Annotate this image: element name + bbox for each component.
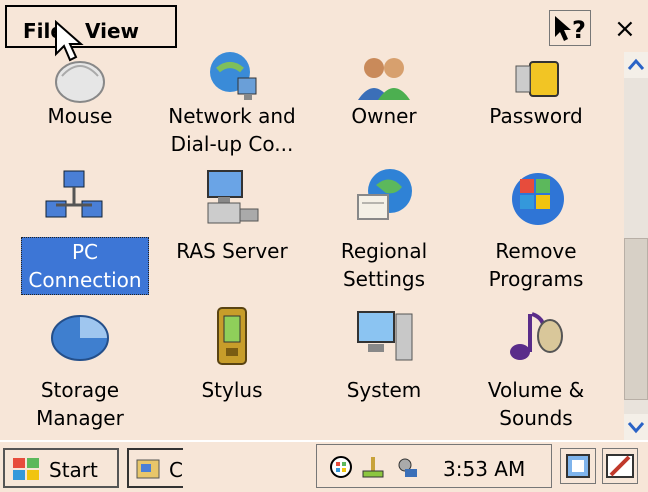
item-label: Stylus — [201, 378, 263, 402]
scroll-down-button[interactable] — [624, 414, 648, 440]
input-panel-button[interactable] — [602, 448, 638, 484]
system-icon — [357, 311, 413, 361]
password-icon — [515, 61, 559, 97]
clock[interactable]: 3:53 AM — [443, 457, 525, 481]
windows-logo-icon — [13, 458, 39, 480]
scroll-up-icon — [627, 58, 645, 70]
remove-programs-icon — [512, 173, 564, 225]
item-label: System — [346, 378, 422, 402]
scroll-down-icon — [627, 422, 645, 434]
item-label: PC Connection — [21, 237, 149, 295]
menu-box: File View — [5, 5, 177, 48]
menu-view[interactable]: View — [85, 19, 139, 43]
item-label: Owner — [351, 104, 417, 128]
item-label: Mouse — [47, 104, 113, 128]
security-icon[interactable] — [395, 455, 419, 479]
help-symbol: ? — [572, 16, 586, 44]
scroll-up-button[interactable] — [624, 52, 648, 78]
taskbar: Start C 3:53 AM — [0, 440, 648, 492]
close-symbol: × — [614, 14, 636, 44]
item-label: Password — [489, 104, 583, 128]
start-label: Start — [49, 458, 98, 482]
explorer-icon — [566, 454, 590, 478]
close-button[interactable]: × — [604, 10, 644, 46]
menu-bar: File View ? × — [0, 0, 648, 62]
taskbar-app-label: C — [169, 458, 183, 482]
close-icon: × — [614, 14, 636, 44]
owner-icon — [358, 58, 410, 100]
item-label: Remove Programs — [488, 239, 584, 291]
scrollbar-thumb[interactable] — [624, 238, 648, 400]
quick-launch-button[interactable] — [560, 448, 596, 484]
stylus-icon — [217, 307, 247, 365]
system-tray: 3:53 AM — [316, 444, 552, 488]
network-icon — [210, 52, 257, 100]
pc-connection-icon — [45, 170, 103, 218]
item-label: Volume & Sounds — [487, 378, 585, 430]
mouse-icon — [55, 61, 105, 103]
connectivity-icon[interactable] — [329, 455, 353, 479]
control-panel-grid: Mouse Network and Dial-up Co... Owner Pa… — [0, 52, 624, 432]
input-panel-icon — [606, 454, 634, 478]
item-label: RAS Server — [176, 239, 288, 263]
item-label: Network and Dial-up Co... — [168, 104, 296, 156]
taskbar-app-button[interactable]: C — [127, 448, 183, 488]
item-label: Regional Settings — [340, 239, 428, 291]
item-label: Storage Manager — [36, 378, 124, 430]
start-button[interactable]: Start — [3, 448, 119, 488]
help-arrow-icon: ? — [555, 16, 586, 44]
control-panel-icon — [136, 459, 160, 479]
help-button[interactable]: ? — [549, 10, 591, 46]
storage-manager-icon — [51, 315, 109, 361]
network-status-icon[interactable] — [361, 455, 385, 479]
regional-settings-icon — [357, 169, 412, 220]
ras-server-icon — [207, 170, 259, 224]
volume-sounds-icon — [510, 312, 563, 360]
vertical-scrollbar[interactable] — [624, 52, 648, 440]
